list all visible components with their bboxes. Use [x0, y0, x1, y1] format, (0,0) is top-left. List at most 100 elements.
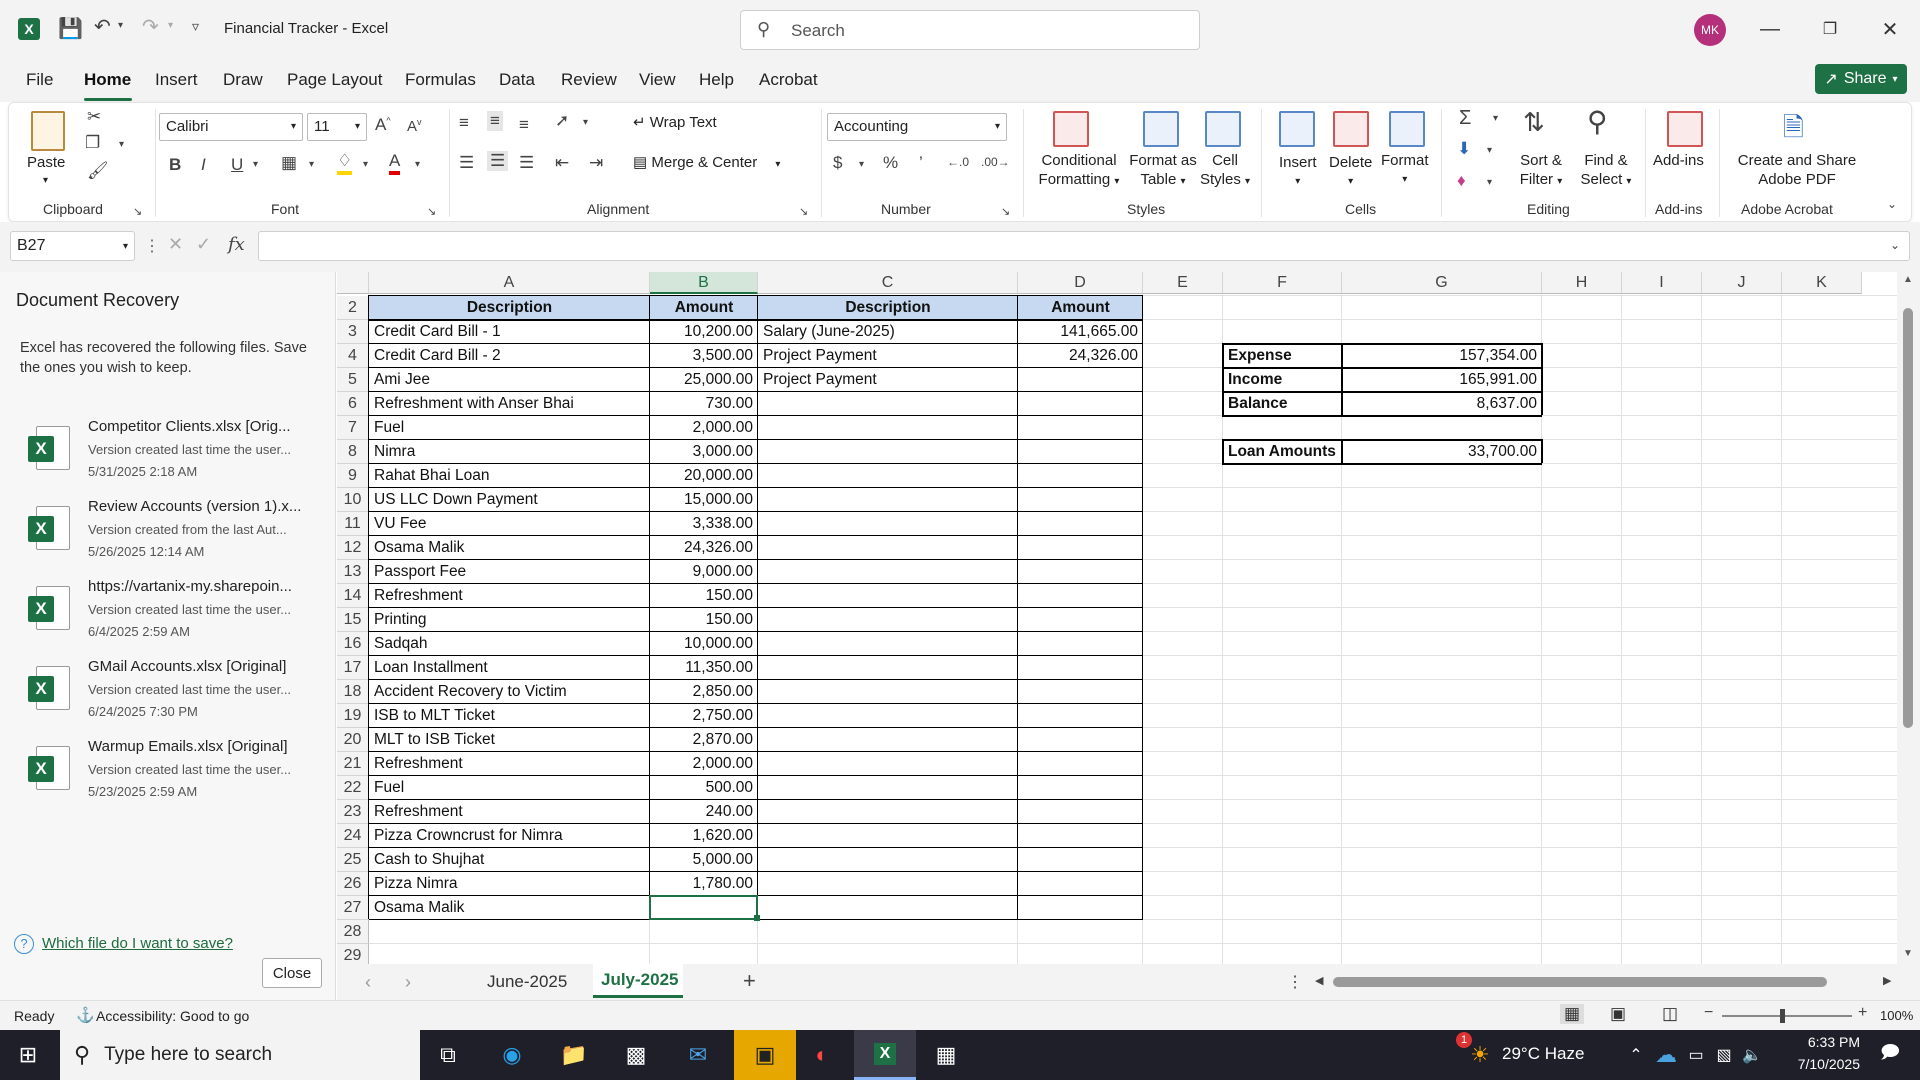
clear-icon[interactable]: ♦ [1457, 171, 1466, 191]
income-description-cell[interactable] [758, 800, 1018, 824]
wrap-text-button[interactable]: ↵ Wrap Text [633, 113, 717, 132]
row-header[interactable]: 23 [337, 800, 369, 824]
find-select-icon[interactable]: ⚲ [1587, 105, 1608, 138]
delete-cells-button[interactable]: Delete ▾ [1329, 153, 1372, 191]
find-select-button[interactable]: Find & Select ▾ [1575, 151, 1637, 191]
income-description-cell[interactable] [758, 680, 1018, 704]
column-header[interactable]: F [1223, 272, 1342, 294]
tab-formulas[interactable]: Formulas [405, 70, 476, 90]
row-header[interactable]: 29 [337, 944, 369, 964]
expense-description-cell[interactable]: Pizza Nimra [369, 872, 650, 896]
close-recovery-button[interactable]: Close [262, 958, 322, 988]
borders-icon[interactable]: ▦ [281, 153, 297, 173]
expense-description-cell[interactable]: VU Fee [369, 512, 650, 536]
income-description-cell[interactable] [758, 512, 1018, 536]
expense-description-cell[interactable]: Pizza Crowncrust for Nimra [369, 824, 650, 848]
page-layout-view-icon[interactable]: ▣ [1610, 1004, 1626, 1024]
income-description-cell[interactable] [758, 392, 1018, 416]
insert-cells-button[interactable]: Insert ▾ [1279, 153, 1317, 191]
restore-icon[interactable]: ❐ [1810, 14, 1850, 44]
expense-description-cell[interactable]: Credit Card Bill - 1 [369, 320, 650, 344]
paste-button[interactable]: Paste [27, 153, 65, 172]
decrease-decimal-icon[interactable]: .00→ [981, 155, 1010, 169]
autosum-icon[interactable]: Σ [1459, 107, 1471, 130]
scroll-up-icon[interactable]: ▲ [1903, 274, 1913, 285]
align-left-icon[interactable]: ☰ [459, 153, 474, 173]
borders-dropdown-icon[interactable]: ▾ [309, 159, 314, 170]
row-header[interactable]: 13 [337, 560, 369, 584]
expense-amount-cell[interactable]: 2,750.00 [650, 704, 758, 728]
row-header[interactable]: 28 [337, 920, 369, 944]
search-input[interactable]: ⚲ Search [740, 10, 1200, 50]
income-amount-cell[interactable] [1018, 584, 1143, 608]
align-right-icon[interactable]: ☰ [519, 153, 534, 173]
font-color-dropdown-icon[interactable]: ▾ [415, 159, 420, 170]
income-amount-cell[interactable]: 24,326.00 [1018, 344, 1143, 368]
redo-dropdown-icon[interactable]: ▾ [168, 20, 173, 31]
copy-icon[interactable]: ❐ [85, 133, 100, 153]
chrome-icon[interactable]: ◐ [802, 1038, 842, 1072]
expense-amount-cell[interactable]: 2,870.00 [650, 728, 758, 752]
expense-description-cell[interactable]: Osama Malik [369, 536, 650, 560]
column-header[interactable]: E [1143, 272, 1223, 294]
income-amount-cell[interactable] [1018, 440, 1143, 464]
row-header[interactable]: 4 [337, 344, 369, 368]
header-amount[interactable]: Amount [650, 296, 758, 320]
row-header[interactable]: 3 [337, 320, 369, 344]
expense-amount-cell[interactable]: 730.00 [650, 392, 758, 416]
income-description-cell[interactable] [758, 776, 1018, 800]
taskbar-search[interactable]: ⚲ Type here to search [60, 1030, 420, 1080]
fill-dropdown-icon[interactable]: ▾ [1487, 145, 1492, 156]
sort-filter-icon[interactable]: ⇅ [1523, 107, 1545, 138]
cancel-icon[interactable]: ✕ [168, 234, 183, 255]
income-amount-cell[interactable] [1018, 776, 1143, 800]
cell-styles-button[interactable]: Cell Styles ▾ [1197, 151, 1253, 191]
font-color-icon[interactable]: A [389, 151, 401, 175]
expense-amount-cell[interactable]: 500.00 [650, 776, 758, 800]
format-as-table-button[interactable]: Format as Table ▾ [1123, 151, 1203, 191]
underline-dropdown-icon[interactable]: ▾ [253, 159, 258, 170]
income-description-cell[interactable] [758, 536, 1018, 560]
expense-amount-cell[interactable]: 20,000.00 [650, 464, 758, 488]
expense-description-cell[interactable]: ISB to MLT Ticket [369, 704, 650, 728]
tab-insert[interactable]: Insert [155, 70, 198, 90]
expense-amount-cell[interactable]: 11,350.00 [650, 656, 758, 680]
fill-icon[interactable]: ⬇ [1457, 139, 1471, 159]
save-icon[interactable]: 💾 [58, 16, 83, 41]
row-header[interactable]: 6 [337, 392, 369, 416]
align-center-icon[interactable]: ☰ [487, 151, 509, 171]
notification-center-icon[interactable]: 🗩 [1870, 1038, 1910, 1072]
increase-indent-icon[interactable]: ⇥ [589, 153, 603, 173]
expense-description-cell[interactable]: Fuel [369, 416, 650, 440]
collapse-ribbon-icon[interactable]: ⌄ [1887, 197, 1897, 211]
expense-amount-cell[interactable] [650, 920, 758, 944]
recovered-file-item[interactable]: X https://vartanix-my.sharepoin... Versi… [0, 572, 334, 652]
accessibility-status[interactable]: Accessibility: Good to go [96, 1008, 249, 1024]
row-header[interactable]: 8 [337, 440, 369, 464]
share-button[interactable]: ↗ Share ▾ [1815, 64, 1907, 94]
expense-description-cell[interactable]: Accident Recovery to Victim [369, 680, 650, 704]
windows-start-icon[interactable]: ⊞ [8, 1038, 48, 1072]
expense-description-cell[interactable]: MLT to ISB Ticket [369, 728, 650, 752]
income-amount-cell[interactable] [1018, 704, 1143, 728]
row-header[interactable]: 19 [337, 704, 369, 728]
expense-amount-cell[interactable]: 10,000.00 [650, 632, 758, 656]
expense-description-cell[interactable]: Nimra [369, 440, 650, 464]
income-amount-cell[interactable] [1018, 392, 1143, 416]
store-icon[interactable]: ▩ [616, 1038, 656, 1072]
merge-center-button[interactable]: ▤ Merge & Center ▾ [633, 153, 780, 174]
expense-description-cell[interactable] [369, 920, 650, 944]
scroll-down-icon[interactable]: ▼ [1903, 948, 1913, 959]
page-break-view-icon[interactable]: ◫ [1662, 1004, 1678, 1024]
income-description-cell[interactable]: Project Payment [758, 344, 1018, 368]
adobe-pdf-icon[interactable]: 🗎 [1783, 109, 1804, 153]
expense-description-cell[interactable]: Refreshment [369, 800, 650, 824]
cell-styles-icon[interactable] [1205, 111, 1241, 147]
font-size-select[interactable]: 11 ▾ [307, 113, 367, 141]
expense-amount-cell[interactable]: 3,500.00 [650, 344, 758, 368]
income-description-cell[interactable] [758, 464, 1018, 488]
row-header[interactable]: 27 [337, 896, 369, 920]
income-amount-cell[interactable] [1018, 944, 1143, 964]
recovered-file-item[interactable]: X Warmup Emails.xlsx [Original] Version … [0, 732, 334, 812]
expense-description-cell[interactable]: Cash to Shujhat [369, 848, 650, 872]
